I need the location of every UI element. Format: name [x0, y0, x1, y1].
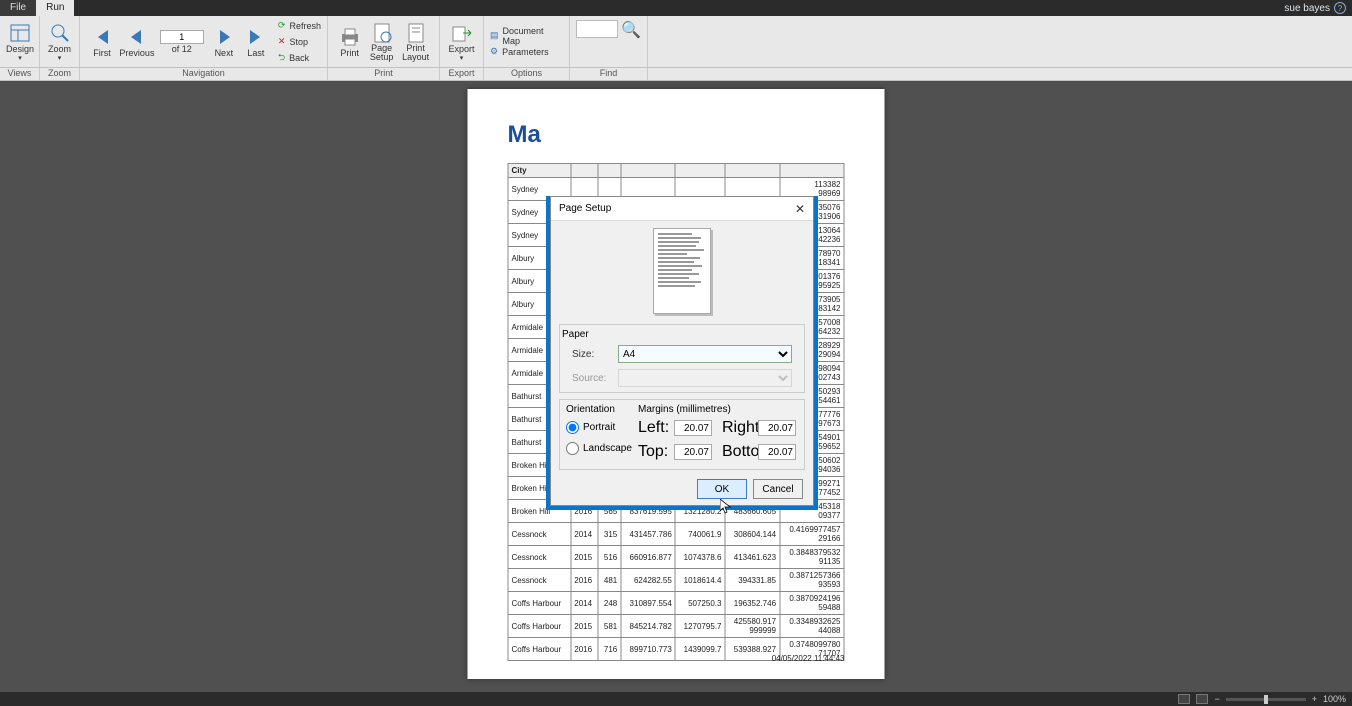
print-layout-icon: [405, 22, 427, 44]
stop-button[interactable]: ✕Stop: [278, 35, 321, 49]
previous-button[interactable]: Previous: [118, 18, 156, 66]
group-views-label: Views: [0, 68, 40, 80]
print-icon: [339, 26, 361, 48]
table-row: Cessnock2015516660916.8771074378.6413461…: [508, 546, 844, 569]
design-icon: [9, 22, 31, 44]
paper-source-select: [618, 369, 792, 387]
first-icon: [91, 26, 113, 48]
preview-box: [653, 228, 711, 314]
orientation-landscape-radio[interactable]: [566, 442, 579, 455]
group-print-label: Print: [328, 68, 440, 80]
last-button[interactable]: Last: [240, 18, 272, 66]
paper-section-label: Paper: [562, 329, 802, 342]
parameters-icon: ⚙: [490, 46, 498, 57]
export-icon: [451, 22, 473, 44]
next-button[interactable]: Next: [208, 18, 240, 66]
page-number-input[interactable]: [160, 30, 204, 44]
page-setup-button[interactable]: Page Setup: [365, 18, 398, 66]
print-layout-button[interactable]: Print Layout: [398, 18, 433, 66]
paper-size-select[interactable]: A4: [618, 345, 792, 363]
zoom-level: 100%: [1323, 694, 1346, 704]
find-icon[interactable]: 🔍: [621, 20, 641, 40]
help-icon[interactable]: ?: [1334, 2, 1346, 14]
margin-bottom-input[interactable]: [758, 444, 796, 460]
table-row: Coffs Harbour2015581845214.7821270795.74…: [508, 615, 844, 638]
table-row: Coffs Harbour2014248310897.554507250.319…: [508, 592, 844, 615]
zoom-plus[interactable]: +: [1312, 694, 1317, 704]
first-button[interactable]: First: [86, 18, 118, 66]
page-number: of 12: [160, 30, 204, 54]
previous-icon: [126, 26, 148, 48]
parameters-button[interactable]: ⚙Parameters: [490, 45, 563, 59]
tab-run[interactable]: Run: [36, 0, 74, 16]
status-bar: − + 100%: [0, 692, 1352, 706]
page-setup-dialog: Page Setup ✕ Paper Size: A4: [550, 196, 814, 506]
dialog-title: Page Setup: [559, 203, 611, 214]
find-input[interactable]: [576, 20, 618, 38]
print-button[interactable]: Print: [334, 18, 365, 66]
group-export-label: Export: [440, 68, 484, 80]
export-button[interactable]: Export ▾: [446, 18, 477, 66]
page-total-label: of 12: [172, 44, 192, 54]
group-find-label: Find: [570, 68, 648, 80]
group-options-label: Options: [484, 68, 570, 80]
margins-label: Margins (millimetres): [638, 404, 802, 419]
refresh-icon: ⟳: [278, 20, 286, 31]
zoom-minus[interactable]: −: [1214, 694, 1219, 704]
dialog-close-icon[interactable]: ✕: [795, 202, 805, 216]
ok-button[interactable]: OK: [697, 479, 747, 499]
view-mode-icon-1[interactable]: [1178, 694, 1190, 704]
group-zoom-label: Zoom: [40, 68, 80, 80]
zoom-icon: [49, 22, 71, 44]
margin-bottom-label: Bottom:: [722, 443, 754, 461]
margin-left-input[interactable]: [674, 420, 712, 436]
margin-left-label: Left:: [638, 419, 670, 437]
tab-file[interactable]: File: [0, 0, 36, 16]
table-row: Cessnock2016481624282.551018614.4394331.…: [508, 569, 844, 592]
view-mode-icon-2[interactable]: [1196, 694, 1208, 704]
page-preview: [551, 221, 813, 321]
refresh-button[interactable]: ⟳Refresh: [278, 19, 321, 33]
orientation-portrait-radio[interactable]: [566, 421, 579, 434]
group-nav-label: Navigation: [80, 68, 328, 80]
margin-top-input[interactable]: [674, 444, 712, 460]
next-icon: [213, 26, 235, 48]
table-row: Cessnock2014315431457.786740061.9308604.…: [508, 523, 844, 546]
size-label: Size:: [572, 349, 618, 360]
page-title: Ma: [508, 121, 845, 149]
stop-icon: ✕: [278, 36, 286, 47]
dialog-highlight: Page Setup ✕ Paper Size: A4: [546, 196, 818, 510]
docmap-icon: ▤: [490, 30, 499, 41]
source-label: Source:: [572, 373, 618, 384]
page-setup-icon: [371, 22, 393, 44]
last-icon: [245, 26, 267, 48]
cancel-button[interactable]: Cancel: [753, 479, 803, 499]
back-icon: ⮌: [278, 50, 285, 66]
design-button[interactable]: Design ▾: [6, 18, 34, 66]
margin-top-label: Top:: [638, 443, 670, 461]
col-city: City: [508, 164, 571, 178]
margin-right-label: Right:: [722, 419, 754, 437]
page-footer-timestamp: 04/05/2022 11:44:43: [772, 654, 845, 663]
user-zone: sue bayes ?: [1278, 0, 1352, 16]
back-button[interactable]: ⮌Back: [278, 51, 321, 65]
user-name: sue bayes: [1284, 3, 1330, 14]
orientation-label: Orientation: [566, 404, 634, 417]
zoom-button[interactable]: Zoom ▾: [46, 18, 73, 66]
document-map-button[interactable]: ▤Document Map: [490, 29, 563, 43]
zoom-slider[interactable]: [1226, 698, 1306, 701]
margin-right-input[interactable]: [758, 420, 796, 436]
